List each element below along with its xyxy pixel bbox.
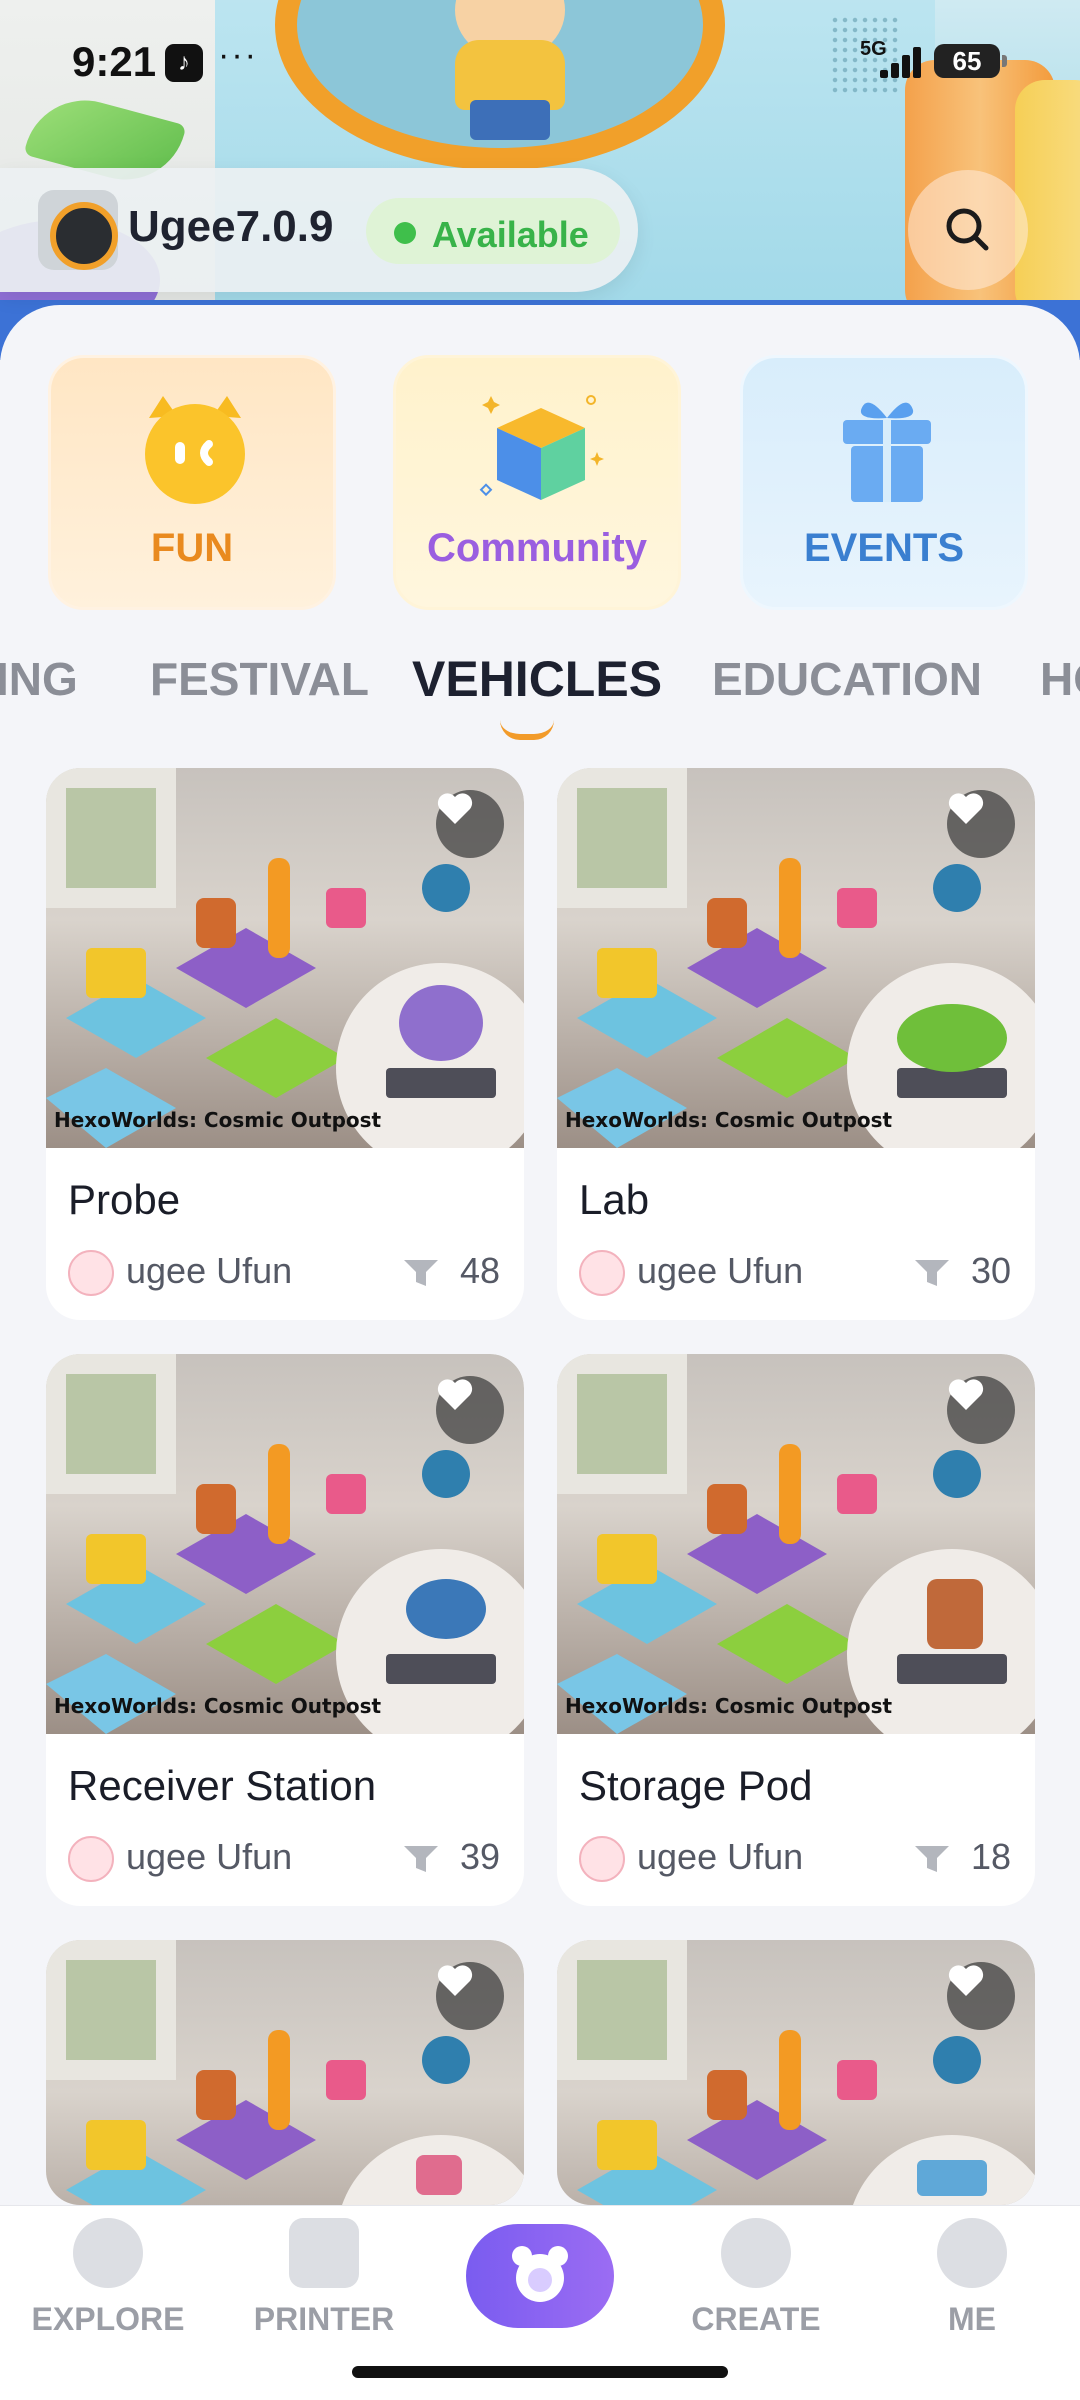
status-more-icon: ···	[218, 36, 258, 74]
model-image: HexoWorlds: Cosmic Outpost	[46, 768, 524, 1148]
heart-icon	[948, 1965, 984, 1996]
model-image: HexoWorlds: Cosmic Outpost	[46, 1354, 524, 1734]
download-funnel-icon	[404, 1260, 438, 1286]
model-image	[46, 1940, 524, 2205]
model-card[interactable]: HexoWorlds: Cosmic Outpost Receiver Stat…	[46, 1354, 524, 1906]
planet-icon	[73, 2218, 143, 2288]
printer-icon	[289, 2218, 359, 2288]
favorite-button[interactable]	[947, 1962, 1015, 2030]
favorite-button[interactable]	[436, 790, 504, 858]
author-avatar	[68, 1250, 114, 1296]
category-fun-label: FUN	[150, 526, 234, 570]
nav-printer[interactable]: PRINTER	[244, 2206, 404, 2356]
device-status-badge: Available	[366, 198, 620, 264]
nav-me-label: ME	[948, 2301, 996, 2337]
download-count: 30	[970, 1250, 1011, 1291]
model-title: Storage Pod	[579, 1762, 813, 1809]
author-name: ugee Ufun	[126, 1250, 293, 1291]
status-time: 9:21	[72, 38, 157, 85]
heart-icon	[437, 1965, 473, 1996]
model-card[interactable]: HexoWorlds: Cosmic Outpost Probe ugee Uf…	[46, 768, 524, 1320]
model-image: HexoWorlds: Cosmic Outpost	[557, 1354, 1035, 1734]
status-dot-icon	[394, 222, 416, 244]
author-name: ugee Ufun	[637, 1250, 804, 1291]
tab-vehicles[interactable]: VEHICLES	[412, 650, 662, 708]
download-count: 18	[970, 1836, 1011, 1877]
battery-icon: 65	[934, 44, 1007, 78]
download-funnel-icon	[404, 1846, 438, 1872]
home-indicator[interactable]	[352, 2366, 728, 2378]
tab-education[interactable]: EDUCATION	[712, 652, 982, 706]
device-selector[interactable]: Ugee7.0.9 Available	[0, 168, 638, 292]
printer-thumbnail-icon	[38, 190, 118, 270]
model-image	[557, 1940, 1035, 2205]
download-count: 48	[459, 1250, 500, 1291]
author-name: ugee Ufun	[126, 1836, 293, 1877]
bear-icon	[512, 2246, 568, 2302]
model-image-caption: HexoWorlds: Cosmic Outpost	[54, 1108, 382, 1132]
tab-home[interactable]: HO	[1040, 652, 1080, 706]
model-card[interactable]	[557, 1940, 1035, 2205]
category-fun[interactable]: FUN	[48, 355, 336, 610]
favorite-button[interactable]	[947, 790, 1015, 858]
nav-printer-label: PRINTER	[253, 2301, 395, 2337]
category-events-label: EVENTS	[803, 526, 965, 570]
nav-create[interactable]: CREATE	[676, 2206, 836, 2356]
heart-icon	[437, 1379, 473, 1410]
category-community[interactable]: Community	[393, 355, 681, 610]
model-image-caption: HexoWorlds: Cosmic Outpost	[565, 1108, 893, 1132]
download-funnel-icon	[915, 1846, 949, 1872]
category-events[interactable]: EVENTS	[740, 355, 1028, 610]
model-title: Lab	[579, 1176, 650, 1223]
search-button[interactable]	[908, 170, 1028, 290]
search-icon	[946, 208, 989, 251]
nav-me[interactable]: ME	[892, 2206, 1052, 2356]
nav-explore[interactable]: EXPLORE	[28, 2206, 188, 2356]
download-funnel-icon	[915, 1260, 949, 1286]
tab-festival[interactable]: FESTIVAL	[150, 652, 369, 706]
model-title: Receiver Station	[68, 1762, 377, 1809]
nav-create-label: CREATE	[691, 2301, 821, 2337]
active-tab-indicator	[500, 720, 554, 740]
model-card[interactable]: HexoWorlds: Cosmic Outpost Storage Pod u…	[557, 1354, 1035, 1906]
model-image-caption: HexoWorlds: Cosmic Outpost	[565, 1694, 893, 1718]
model-card[interactable]: HexoWorlds: Cosmic Outpost Lab ugee Ufun…	[557, 768, 1035, 1320]
heart-icon	[437, 793, 473, 824]
tiktok-icon: ♪	[165, 44, 203, 82]
author-name: ugee Ufun	[637, 1836, 804, 1877]
fun-cat-icon	[145, 396, 245, 504]
device-name: Ugee7.0.9	[128, 202, 334, 251]
model-image-caption: HexoWorlds: Cosmic Outpost	[54, 1694, 382, 1718]
category-tabs: ING FESTIVAL VEHICLES EDUCATION HO	[0, 640, 1080, 740]
lightbulb-icon	[721, 2218, 791, 2288]
signal-icon	[878, 44, 926, 78]
author-avatar	[579, 1250, 625, 1296]
download-count: 39	[459, 1836, 500, 1877]
community-cube-icon	[479, 395, 604, 500]
nav-home-button[interactable]	[466, 2224, 614, 2328]
model-title: Probe	[68, 1176, 181, 1223]
model-image: HexoWorlds: Cosmic Outpost	[557, 768, 1035, 1148]
favorite-button[interactable]	[436, 1962, 504, 2030]
category-community-label: Community	[427, 526, 647, 570]
tab-trending[interactable]: ING	[0, 652, 78, 706]
device-status-text: Available	[432, 214, 589, 255]
model-card[interactable]	[46, 1940, 524, 2205]
status-bar: 9:21 ♪ ··· 5G 65	[0, 0, 1080, 120]
author-avatar	[68, 1836, 114, 1882]
heart-icon	[948, 793, 984, 824]
favorite-button[interactable]	[436, 1376, 504, 1444]
favorite-button[interactable]	[947, 1376, 1015, 1444]
heart-icon	[948, 1379, 984, 1410]
nav-explore-label: EXPLORE	[31, 2301, 185, 2337]
gift-icon	[843, 402, 931, 502]
author-avatar	[579, 1836, 625, 1882]
smiley-face-icon	[937, 2218, 1007, 2288]
